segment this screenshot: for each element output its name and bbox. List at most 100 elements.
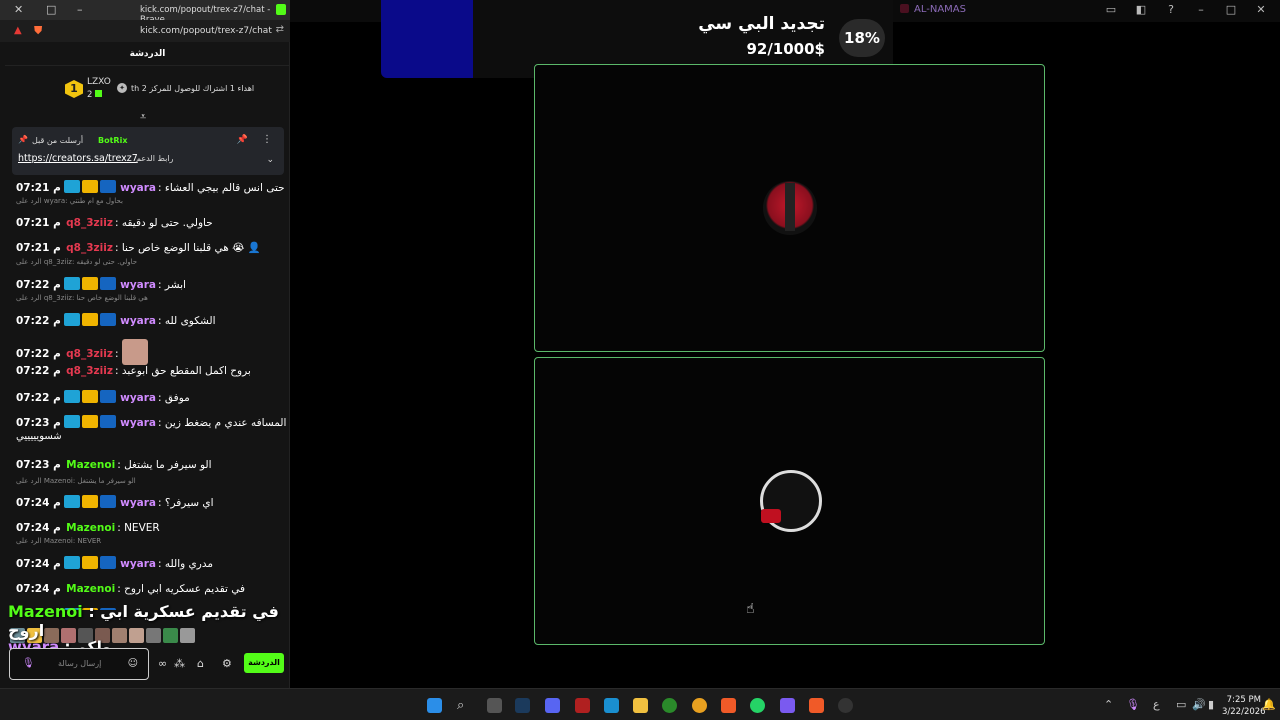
mic-tray-icon[interactable]: 🎙 [1126,698,1140,711]
moderator-badge-icon[interactable] [64,180,81,193]
og-badge-icon[interactable] [100,180,117,193]
warning-icon[interactable]: ▲ [14,25,22,36]
reply-context[interactable]: الرد على Mazenoi: الو سيرفر ما يشتغل [16,477,136,485]
brave-active-icon[interactable] [809,698,824,713]
obs-icon[interactable] [838,698,853,713]
steam-icon[interactable] [515,698,530,713]
site-settings-icon[interactable]: ⇄ [276,24,284,35]
og-badge-icon[interactable] [100,390,117,403]
chevron-down-icon[interactable]: ⌄ [266,155,274,165]
message-username[interactable]: Mazenoi [66,522,115,534]
xbox-icon[interactable] [662,698,677,713]
chat-message[interactable]: 07:24 م wyara: اي سيرفر؟ [16,495,288,510]
windows-start-icon[interactable] [427,698,442,713]
chat-message[interactable]: 07:21 م wyara: حتى انس قالم بيجي العشاء [16,180,288,195]
settings-gear-icon[interactable]: ⚙ [222,657,232,670]
minimize-icon[interactable]: – [1194,3,1208,16]
crown-badge-icon[interactable] [82,556,99,569]
brave-icon[interactable] [721,698,736,713]
message-username[interactable]: Mazenoi [66,459,115,471]
unpin-icon[interactable]: 📌 [237,135,248,145]
brave-shield-icon[interactable]: ⛊ [34,24,42,38]
moderator-badge-icon[interactable] [64,390,81,403]
reply-context[interactable]: الرد على wyara: بحاول مع ام طنتي [16,197,123,205]
chat-message[interactable]: 07:22 م q8_3ziiz: [16,339,288,365]
discord-icon[interactable] [545,698,560,713]
app-icon[interactable] [575,698,590,713]
crown-badge-icon[interactable] [82,180,99,193]
task-view-icon[interactable] [487,698,502,713]
message-username[interactable]: wyara [120,182,156,194]
minimize-window-icon[interactable]: – [77,3,83,16]
edge-icon[interactable] [604,698,619,713]
message-username[interactable]: wyara [120,279,156,291]
battery-icon[interactable]: ▮ [1208,698,1214,711]
chat-message[interactable]: 07:21 م q8_3ziiz: هي قلبنا الوضع خاص حنا… [16,241,288,255]
message-username[interactable]: wyara [120,558,156,570]
chat-messages[interactable]: 07:21 م wyara: حتى انس قالم بيجي العشاء ا… [16,172,288,610]
chat-input[interactable]: 🎙 إرسال رسالة ☺ [9,648,149,680]
og-badge-icon[interactable] [100,313,117,326]
message-username[interactable]: q8_3ziiz [66,348,113,360]
url-text[interactable]: kick.com/popout/trex-z7/chat [140,26,272,36]
message-username[interactable]: q8_3ziiz [66,365,113,377]
chat-message[interactable]: 07:22 م wyara: ابشر [16,277,288,292]
pinned-bot-name[interactable]: BotRix [98,136,127,145]
message-username[interactable]: q8_3ziiz [66,242,113,254]
moderator-badge-icon[interactable] [64,495,81,508]
file-explorer-icon[interactable] [633,698,648,713]
network-icon[interactable]: ▭ [1176,698,1186,711]
close-icon[interactable]: ✕ [1254,3,1268,16]
message-username[interactable]: wyara [120,392,156,404]
message-username[interactable]: wyara [120,417,156,429]
store-icon[interactable]: ⌂ [197,657,204,670]
chrome-icon[interactable] [692,698,707,713]
infinity-icon[interactable]: ∞ [158,657,167,670]
crown-badge-icon[interactable] [82,277,99,290]
chat-message[interactable]: 07:22 م wyara: الشكوى لله [16,313,288,328]
users-icon[interactable]: ⁂ [174,657,185,670]
help-icon[interactable]: ? [1164,3,1178,16]
reply-context[interactable]: الرد على q8_3ziiz: هي قلبنا الوضع خاص حن… [16,294,148,302]
clock[interactable]: 7:25 PM 3/22/2026 [1222,694,1266,718]
emoji-icon[interactable]: ☺ [128,658,138,669]
crown-badge-icon[interactable] [82,390,99,403]
reply-context[interactable]: الرد على q8_3ziiz: حاولي. حتى لو دقيقه [16,258,137,266]
reply-context[interactable]: الرد على Mazenoi: NEVER [16,537,101,545]
moderator-badge-icon[interactable] [64,415,81,428]
maximize-icon[interactable]: □ [1224,3,1238,16]
emote-image[interactable] [121,339,148,365]
leaderboard-username[interactable]: LZXO [87,77,111,87]
notification-icon[interactable]: 🔔 [1262,698,1276,711]
cast-icon[interactable]: ▭ [1104,3,1118,16]
og-badge-icon[interactable] [100,277,117,290]
message-username[interactable]: q8_3ziiz [66,217,113,229]
chat-message[interactable]: 07:24 م wyara: مدري والله [16,556,288,571]
collapse-icon[interactable]: ⩡ [140,110,146,124]
og-badge-icon[interactable] [100,495,117,508]
whatsapp-icon[interactable] [750,698,765,713]
moderator-badge-icon[interactable] [64,313,81,326]
chat-message[interactable]: 07:23 م Mazenoi: الو سيرفر ما يشتغل [16,458,288,472]
screen-icon[interactable]: ◧ [1134,3,1148,16]
og-badge-icon[interactable] [100,556,117,569]
chat-message[interactable]: 07:24 م Mazenoi: NEVER [16,521,288,535]
message-username[interactable]: Mazenoi [66,583,115,595]
send-chat-button[interactable]: الدردشة [244,653,284,673]
language-indicator[interactable]: ع [1153,698,1160,711]
chat-message[interactable]: 07:21 م q8_3ziiz: حاولي. حتى لو دقيقه [16,216,288,230]
volume-icon[interactable]: 🔊 [1192,698,1206,711]
more-options-icon[interactable]: ⋮ [262,134,272,145]
microphone-icon[interactable]: 🎙 [22,658,35,669]
chat-message[interactable]: 07:22 م q8_3ziiz: بروح اكمل المقطع حق اب… [16,364,288,378]
crown-badge-icon[interactable] [82,495,99,508]
crown-badge-icon[interactable] [82,415,99,428]
moderator-badge-icon[interactable] [64,277,81,290]
og-badge-icon[interactable] [100,415,117,428]
chat-message[interactable]: 07:24 م Mazenoi: في تقديم عسكريه ابي ارو… [16,582,288,596]
chevron-up-icon[interactable]: ⌃ [1104,698,1113,711]
crown-badge-icon[interactable] [82,313,99,326]
support-link[interactable]: https://creators.sa/trexz7 [18,153,138,164]
maximize-window-icon[interactable]: □ [46,3,56,16]
chat-message[interactable]: 07:23 م wyara: المسافه عندي م يضغط زين شس… [16,415,288,444]
